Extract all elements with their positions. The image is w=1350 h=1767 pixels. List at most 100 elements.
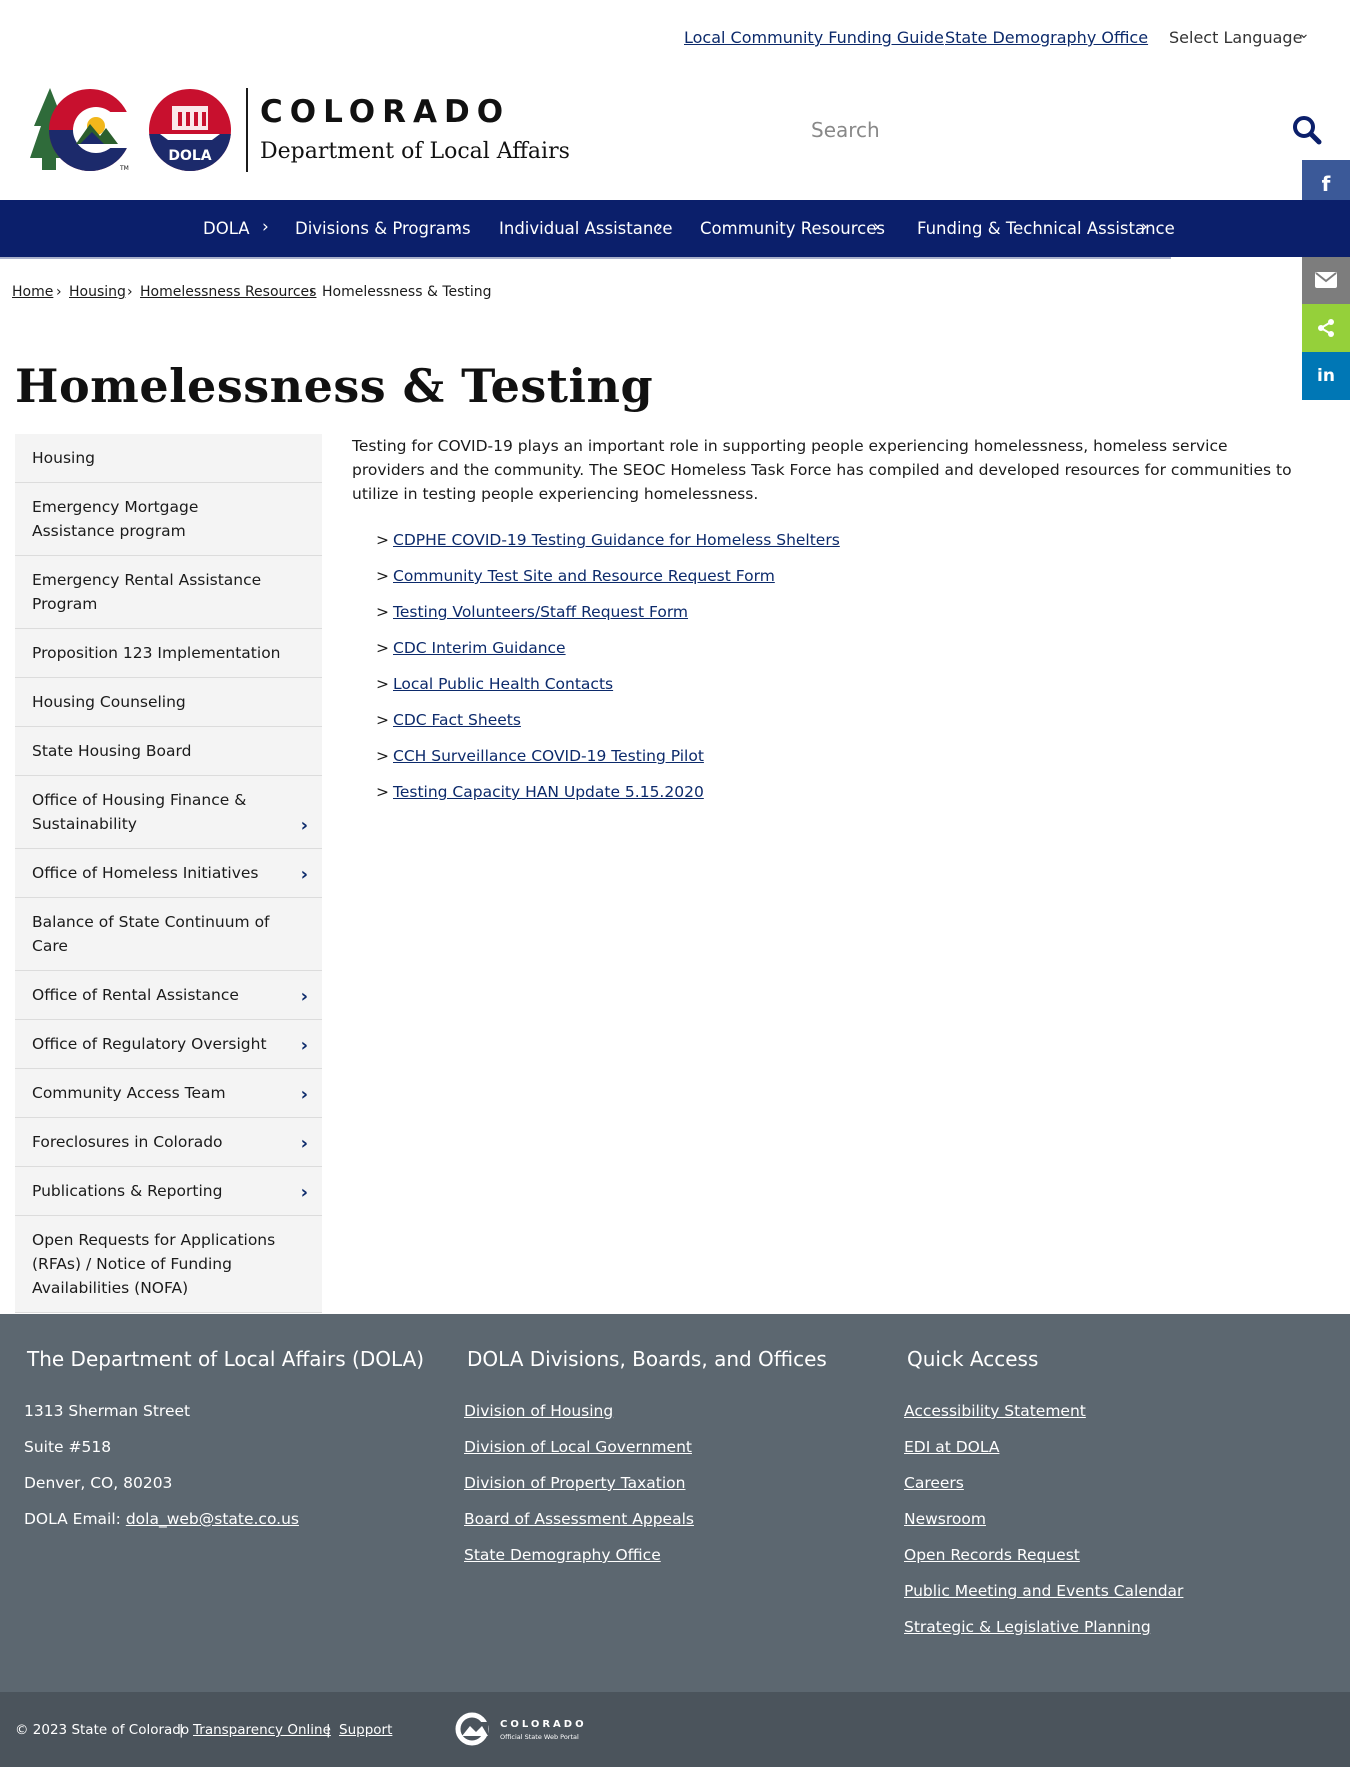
sidebar-item-label: Office of Regulatory Oversight: [32, 1035, 267, 1053]
chevron-right-icon: ›: [656, 217, 663, 237]
sidebar-item-label: Office of Homeless Initiatives: [32, 864, 259, 882]
sidebar-item[interactable]: Office of Rental Assistance ›: [15, 971, 322, 1020]
breadcrumb-housing-link[interactable]: Housing: [69, 284, 126, 300]
chevron-right-icon: ›: [873, 217, 880, 237]
sidebar-item[interactable]: Publications & Reporting ›: [15, 1167, 322, 1216]
breadcrumb-homelessness-resources-link[interactable]: Homelessness Resources: [140, 284, 316, 300]
sidebar-item[interactable]: Emergency Mortgage Assistance program: [15, 483, 322, 556]
search-icon[interactable]: [1291, 114, 1323, 146]
footer-link-item: State Demography Office: [464, 1546, 661, 1564]
page-title: Homelessness & Testing: [15, 359, 654, 413]
resource-link[interactable]: Community Test Site and Resource Request…: [393, 567, 775, 585]
resource-link[interactable]: Testing Volunteers/Staff Request Form: [393, 603, 688, 621]
footer-link[interactable]: Division of Property Taxation: [464, 1474, 685, 1492]
footer-link[interactable]: Careers: [904, 1474, 964, 1492]
sidebar-item[interactable]: State Housing Board: [15, 727, 322, 776]
chevron-right-icon[interactable]: ›: [301, 1037, 308, 1055]
sidebar-item-label: Emergency Rental Assistance Program: [32, 571, 262, 613]
footer-link-item: Newsroom: [904, 1510, 986, 1528]
footer-link[interactable]: Accessibility Statement: [904, 1402, 1086, 1420]
sidebar-item[interactable]: Foreclosures in Colorado ›: [15, 1118, 322, 1167]
sidebar-item[interactable]: Office of Housing Finance & Sustainabili…: [15, 776, 322, 849]
chevron-down-icon[interactable]: ⌄: [1298, 26, 1310, 42]
sidebar-item[interactable]: Open Requests for Applications (RFAs) / …: [15, 1216, 322, 1313]
breadcrumb-home-link[interactable]: Home: [12, 284, 53, 300]
chevron-right-icon: ›: [1141, 217, 1148, 237]
search-input[interactable]: [800, 108, 1280, 152]
breadcrumb-current: Homelessness & Testing: [322, 284, 492, 300]
nav-item-community-resources[interactable]: Community Resources: [700, 219, 885, 238]
list-item: > CCH Surveillance COVID-19 Testing Pilot: [376, 744, 840, 780]
support-link-text[interactable]: Support: [339, 1722, 392, 1738]
sidebar-item[interactable]: Emergency Rental Assistance Program: [15, 556, 322, 629]
portal-logo-subtitle: Official State Web Portal: [500, 1733, 579, 1741]
bullet-marker: >: [376, 531, 389, 549]
sidebar-item[interactable]: Office of Regulatory Oversight ›: [15, 1020, 322, 1069]
resource-link[interactable]: CDC Interim Guidance: [393, 639, 566, 657]
email-share-icon[interactable]: [1302, 256, 1350, 304]
chevron-right-icon[interactable]: ›: [301, 1086, 308, 1104]
resource-link[interactable]: Testing Capacity HAN Update 5.15.2020: [393, 783, 704, 801]
list-item: > CDC Interim Guidance: [376, 636, 840, 672]
list-item: > CDPHE COVID-19 Testing Guidance for Hom…: [376, 528, 840, 564]
sidebar-item[interactable]: Housing Counseling: [15, 678, 322, 727]
nav-item-dola[interactable]: DOLA: [203, 219, 250, 238]
sidebar-item[interactable]: Office of Homeless Initiatives ›: [15, 849, 322, 898]
footer-link[interactable]: Board of Assessment Appeals: [464, 1510, 694, 1528]
share-icon[interactable]: [1302, 304, 1350, 352]
colorado-official-portal-logo[interactable]: COLORADO Official State Web Portal: [454, 1712, 604, 1746]
nav-item-individual-assistance[interactable]: Individual Assistance: [499, 219, 673, 238]
sidebar-item[interactable]: Proposition 123 Implementation: [15, 629, 322, 678]
sidebar-item[interactable]: Balance of State Continuum of Care: [15, 898, 322, 971]
footer-link[interactable]: State Demography Office: [464, 1546, 661, 1564]
site-footer: The Department of Local Affairs (DOLA) 1…: [0, 1314, 1350, 1692]
resource-link[interactable]: CCH Surveillance COVID-19 Testing Pilot: [393, 747, 704, 765]
sidebar-item-label: Housing Counseling: [32, 693, 186, 711]
resource-link[interactable]: Local Public Health Contacts: [393, 675, 613, 693]
linkedin-share-icon[interactable]: in: [1302, 352, 1350, 400]
footer-link[interactable]: Public Meeting and Events Calendar: [904, 1582, 1183, 1600]
support-link[interactable]: Support: [339, 1722, 392, 1738]
nav-item-divisions-programs[interactable]: Divisions & Programs: [295, 219, 471, 238]
list-item: > Local Public Health Contacts: [376, 672, 840, 708]
chevron-right-icon[interactable]: ›: [301, 817, 308, 835]
chevron-right-icon: ›: [455, 217, 462, 237]
resource-link[interactable]: CDPHE COVID-19 Testing Guidance for Home…: [393, 531, 840, 549]
department-name: Department of Local Affairs: [260, 139, 570, 164]
sub-footer: © 2023 State of Colorado | Transparency …: [0, 1692, 1350, 1767]
transparency-online-link-text[interactable]: Transparency Online: [193, 1722, 331, 1738]
list-item: > CDC Fact Sheets: [376, 708, 840, 744]
chevron-right-icon[interactable]: ›: [301, 1184, 308, 1202]
language-select[interactable]: Select Language: [1169, 28, 1302, 47]
footer-link-item: Division of Housing: [464, 1402, 613, 1420]
footer-link-item: Open Records Request: [904, 1546, 1080, 1564]
chevron-right-icon[interactable]: ›: [301, 1135, 308, 1153]
copyright: © 2023 State of Colorado: [15, 1722, 190, 1738]
utility-bar: Local Community Funding Guide State Demo…: [0, 0, 1350, 76]
sidebar-item[interactable]: Housing: [15, 434, 322, 483]
sidebar-item-label: Balance of State Continuum of Care: [32, 913, 270, 955]
resource-link[interactable]: CDC Fact Sheets: [393, 711, 521, 729]
footer-link[interactable]: Newsroom: [904, 1510, 986, 1528]
footer-link[interactable]: EDI at DOLA: [904, 1438, 999, 1456]
footer-email-label: DOLA Email:: [24, 1510, 126, 1528]
footer-link[interactable]: Division of Housing: [464, 1402, 613, 1420]
sidebar-item[interactable]: Community Access Team ›: [15, 1069, 322, 1118]
nav-item-funding-technical-assistance[interactable]: Funding & Technical Assistance: [917, 219, 1175, 238]
footer-link[interactable]: Division of Local Government: [464, 1438, 692, 1456]
footer-link[interactable]: Open Records Request: [904, 1546, 1080, 1564]
local-community-funding-guide-link[interactable]: Local Community Funding Guide: [684, 28, 944, 47]
footer-link[interactable]: Strategic & Legislative Planning: [904, 1618, 1151, 1636]
bullet-marker: >: [376, 783, 389, 801]
breadcrumb-separator: ›: [127, 284, 133, 300]
sidebar-item-label: Housing: [32, 449, 96, 467]
colorado-dola-logo[interactable]: TM DOLA: [28, 86, 238, 176]
state-demography-office-link[interactable]: State Demography Office: [945, 28, 1148, 47]
chevron-right-icon[interactable]: ›: [301, 866, 308, 884]
transparency-online-link[interactable]: Transparency Online: [193, 1722, 331, 1738]
footer-heading-dola: The Department of Local Affairs (DOLA): [27, 1347, 425, 1371]
intro-paragraph: Testing for COVID-19 plays an important …: [352, 437, 1292, 503]
chevron-right-icon[interactable]: ›: [301, 988, 308, 1006]
footer-email-link[interactable]: dola_web@state.co.us: [126, 1510, 299, 1528]
bullet-marker: >: [376, 603, 389, 621]
